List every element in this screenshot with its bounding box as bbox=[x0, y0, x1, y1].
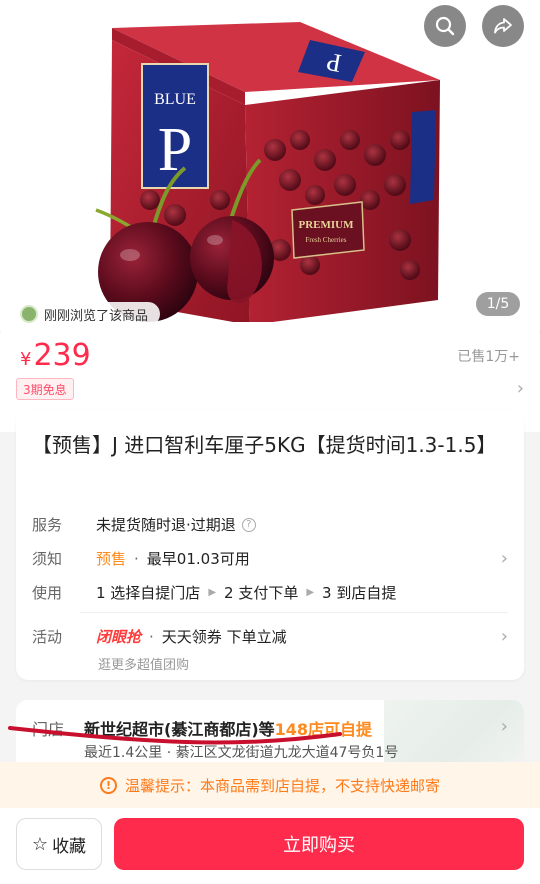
sold-count: 已售1万+ bbox=[457, 349, 520, 365]
service-label: 服务 bbox=[32, 516, 63, 534]
product-image-carousel[interactable]: BLUE P P PREMIUM Fresh Cherries 1/5 bbox=[0, 0, 540, 330]
separator-dot: · bbox=[134, 549, 139, 568]
price-value: 239 bbox=[33, 338, 91, 373]
avatar bbox=[20, 305, 38, 323]
notice-value: 最早01.03可用 bbox=[146, 550, 250, 568]
step-3: 3 到店自提 bbox=[322, 584, 397, 602]
chevron-right-icon[interactable]: › bbox=[501, 548, 508, 569]
price: ¥ 239 bbox=[20, 338, 91, 373]
svg-text:Fresh Cherries: Fresh Cherries bbox=[305, 236, 346, 244]
share-button[interactable] bbox=[482, 5, 524, 47]
play-arrow-icon: ▶ bbox=[208, 587, 217, 598]
activity-row[interactable]: 活动 闭眼抢 · 天天领券 下单立减 › bbox=[32, 626, 508, 647]
favorite-label: 收藏 bbox=[52, 836, 87, 857]
bottom-action-bar: ☆ 收藏 立即购买 bbox=[0, 808, 540, 884]
notice-row[interactable]: 须知 预售 · 最早01.03可用 › bbox=[32, 548, 508, 569]
chevron-right-icon[interactable]: › bbox=[517, 378, 524, 399]
activity-hot-tag: 闭眼抢 bbox=[96, 628, 142, 646]
play-arrow-icon: ▶ bbox=[306, 587, 315, 598]
service-row[interactable]: 服务 未提货随时退·过期退 ? bbox=[32, 514, 508, 535]
chevron-right-icon[interactable]: › bbox=[501, 716, 508, 737]
share-icon bbox=[494, 18, 512, 34]
search-icon bbox=[435, 16, 455, 36]
help-icon[interactable]: ? bbox=[241, 517, 256, 532]
search-button[interactable] bbox=[424, 5, 466, 47]
chevron-right-icon[interactable]: › bbox=[501, 626, 508, 647]
warm-tip-banner: ! 温馨提示：本商品需到店自提，不支持快递邮寄 bbox=[0, 762, 540, 808]
red-underline-annotation bbox=[8, 726, 342, 745]
currency-symbol: ¥ bbox=[20, 349, 32, 370]
recently-viewed-badge: 刚刚浏览了该商品 bbox=[16, 302, 161, 326]
separator-dot: · bbox=[149, 627, 154, 646]
usage-label: 使用 bbox=[32, 584, 63, 602]
svg-text:BLUE: BLUE bbox=[154, 91, 196, 108]
tip-text: 温馨提示：本商品需到店自提，不支持快递邮寄 bbox=[124, 776, 440, 795]
image-page-indicator: 1/5 bbox=[476, 292, 520, 316]
usage-row: 使用 1 选择自提门店 ▶ 2 支付下单 ▶ 3 到店自提 bbox=[32, 582, 508, 603]
step-2: 2 支付下单 bbox=[224, 584, 299, 602]
star-icon: ☆ bbox=[31, 833, 49, 855]
product-info-card: 【预售】J 进口智利车厘子5KG【提货时间1.3-1.5】 服务 未提货随时退·… bbox=[16, 410, 524, 680]
activity-subtext[interactable]: 逛更多超值团购 bbox=[98, 654, 189, 673]
svg-text:P: P bbox=[158, 116, 192, 184]
notice-label: 须知 bbox=[32, 550, 63, 568]
service-value: 未提货随时退·过期退 bbox=[96, 516, 236, 534]
installment-badge[interactable]: 3期免息 bbox=[16, 378, 74, 400]
exclamation-icon: ! bbox=[99, 776, 117, 794]
favorite-button[interactable]: ☆ 收藏 bbox=[16, 818, 102, 870]
product-title: 【预售】J 进口智利车厘子5KG【提货时间1.3-1.5】 bbox=[32, 433, 497, 457]
buy-now-button[interactable]: 立即购买 bbox=[114, 818, 524, 870]
svg-text:PREMIUM: PREMIUM bbox=[299, 219, 355, 231]
presale-tag: 预售 bbox=[96, 550, 127, 568]
divider bbox=[80, 612, 508, 613]
activity-label: 活动 bbox=[32, 628, 63, 646]
recently-viewed-text: 刚刚浏览了该商品 bbox=[44, 308, 149, 324]
product-photo: BLUE P P PREMIUM Fresh Cherries bbox=[0, 0, 540, 330]
activity-value: 天天领券 下单立减 bbox=[161, 628, 287, 646]
step-1: 1 选择自提门店 bbox=[96, 584, 201, 602]
